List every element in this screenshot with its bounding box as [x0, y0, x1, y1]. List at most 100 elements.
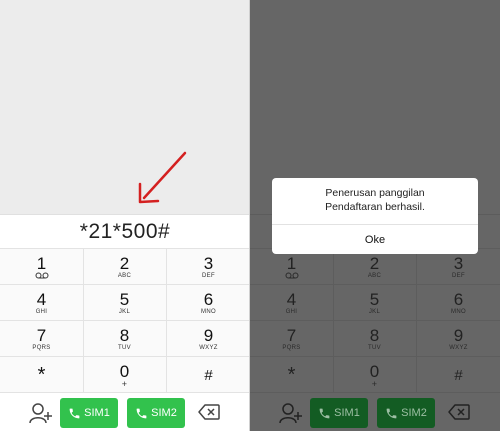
key-letters: + [371, 378, 378, 389]
key-digit: 0 [119, 361, 130, 381]
key-8[interactable]: 8 TUV [83, 321, 167, 357]
backspace-icon[interactable] [198, 404, 220, 420]
key-letters: ABC [117, 272, 132, 279]
voicemail-icon [35, 272, 48, 279]
result-dialog: Penerusan panggilan Pendaftaran berhasil… [272, 178, 478, 254]
key-2: 2 ABC [333, 249, 417, 285]
key-7: 7 PQRS [250, 321, 334, 357]
key-digit: 7 [286, 325, 297, 345]
screenshot-comparison: *21*500# 1 2 ABC 3 DEF 4 GHI 5 JKL 6 MNO… [0, 0, 500, 431]
key-digit: 6 [453, 289, 464, 309]
dialpad-row: 7 PQRS 8 TUV 9 WXYZ [0, 320, 250, 357]
key-hash[interactable]: # [167, 357, 250, 393]
key-digit: 7 [36, 325, 47, 345]
sim2-label: SIM2 [401, 407, 427, 419]
dialpad-row: * 0 + # [0, 356, 250, 393]
key-digit: 4 [36, 289, 47, 309]
key-digit: 6 [203, 289, 214, 309]
key-letters: DEF [202, 272, 215, 279]
sim1-label: SIM1 [84, 407, 110, 419]
key-4: 4 GHI [250, 285, 334, 321]
key-letters: GHI [285, 308, 298, 315]
dialer-empty-area [0, 0, 250, 214]
key-5[interactable]: 5 JKL [83, 285, 167, 321]
key-2[interactable]: 2 ABC [83, 249, 167, 285]
phone-icon [69, 408, 80, 418]
key-letters: TUV [368, 344, 381, 351]
key-digit: * [287, 363, 296, 386]
key-letters: ABC [367, 272, 382, 279]
dialpad-row: 4 GHI 5 JKL 6 MNO [0, 284, 250, 321]
key-letters: MNO [201, 308, 216, 315]
call-sim2-button[interactable]: SIM2 [127, 398, 185, 428]
key-digit: 4 [286, 289, 297, 309]
key-letters: GHI [35, 308, 48, 315]
key-digit: 9 [453, 325, 464, 345]
dialer-panel-right: 1 2 ABC 3 DEF 4 GHI 5 JKL 6 MNO 7 PQRS 8… [250, 0, 500, 431]
key-3: 3 DEF [417, 249, 500, 285]
dialpad-row: 7 PQRS 8 TUV 9 WXYZ [250, 320, 500, 357]
key-star: * [250, 357, 334, 393]
key-letters: PQRS [32, 344, 51, 351]
dialpad-row: 4 GHI 5 JKL 6 MNO [250, 284, 500, 321]
dialpad: 1 2 ABC 3 DEF 4 GHI 5 JKL 6 MNO 7 PQRS 8… [0, 248, 250, 393]
key-0[interactable]: 0 + [83, 357, 167, 393]
key-letters: WXYZ [199, 344, 218, 351]
key-letters: JKL [118, 308, 131, 315]
key-8: 8 TUV [333, 321, 417, 357]
add-contact-icon [279, 403, 302, 424]
key-digit: 2 [369, 253, 380, 273]
key-5: 5 JKL [333, 285, 417, 321]
key-letters: WXYZ [449, 344, 468, 351]
key-3[interactable]: 3 DEF [167, 249, 250, 285]
phone-icon [319, 408, 330, 418]
key-digit: 0 [369, 361, 380, 381]
key-letters: + [121, 378, 128, 389]
key-letters: PQRS [282, 344, 301, 351]
key-digit: 1 [36, 254, 47, 273]
add-contact-icon[interactable] [28, 401, 54, 425]
dialog-line-1: Penerusan panggilan [325, 187, 425, 199]
dialpad-row: 1 2 ABC 3 DEF [0, 248, 250, 285]
key-digit: # [454, 366, 463, 384]
backspace-icon [448, 404, 470, 420]
key-star[interactable]: * [0, 357, 84, 393]
dialpad: 1 2 ABC 3 DEF 4 GHI 5 JKL 6 MNO 7 PQRS 8… [250, 248, 500, 393]
dialer-panel-left: *21*500# 1 2 ABC 3 DEF 4 GHI 5 JKL 6 MNO… [0, 0, 250, 431]
key-0: 0 + [333, 357, 417, 393]
key-digit: 3 [203, 253, 214, 273]
key-digit: 8 [119, 325, 130, 345]
key-digit: * [37, 363, 46, 386]
red-arrow-icon [138, 151, 187, 204]
sim1-label: SIM1 [334, 407, 360, 419]
key-6[interactable]: 6 MNO [167, 285, 250, 321]
dialer-action-bar: SIM1 SIM2 [0, 392, 250, 431]
dialog-ok-button[interactable]: Oke [272, 225, 478, 254]
sim2-label: SIM2 [151, 407, 177, 419]
dialer-action-bar: SIM1 SIM2 [250, 392, 500, 431]
key-9: 9 WXYZ [417, 321, 500, 357]
key-letters: TUV [118, 344, 131, 351]
key-letters: JKL [368, 308, 381, 315]
dialog-message: Penerusan panggilan Pendaftaran berhasil… [272, 186, 478, 214]
phone-icon [386, 408, 397, 418]
key-digit: 9 [203, 325, 214, 345]
key-digit: # [204, 366, 213, 384]
call-sim2-button: SIM2 [377, 398, 435, 428]
key-4[interactable]: 4 GHI [0, 285, 84, 321]
call-sim1-button: SIM1 [310, 398, 368, 428]
voicemail-icon [285, 272, 298, 279]
dialog-line-2: Pendaftaran berhasil. [325, 201, 425, 213]
key-hash: # [417, 357, 500, 393]
key-letters: DEF [452, 272, 465, 279]
dialed-number-display[interactable]: *21*500# [0, 214, 250, 249]
call-sim1-button[interactable]: SIM1 [60, 398, 118, 428]
key-6: 6 MNO [417, 285, 500, 321]
key-digit: 1 [286, 254, 297, 273]
dialpad-row: * 0 + # [250, 356, 500, 393]
phone-icon [136, 408, 147, 418]
key-7[interactable]: 7 PQRS [0, 321, 84, 357]
key-digit: 5 [119, 289, 130, 309]
key-1[interactable]: 1 [0, 249, 84, 285]
key-9[interactable]: 9 WXYZ [167, 321, 250, 357]
